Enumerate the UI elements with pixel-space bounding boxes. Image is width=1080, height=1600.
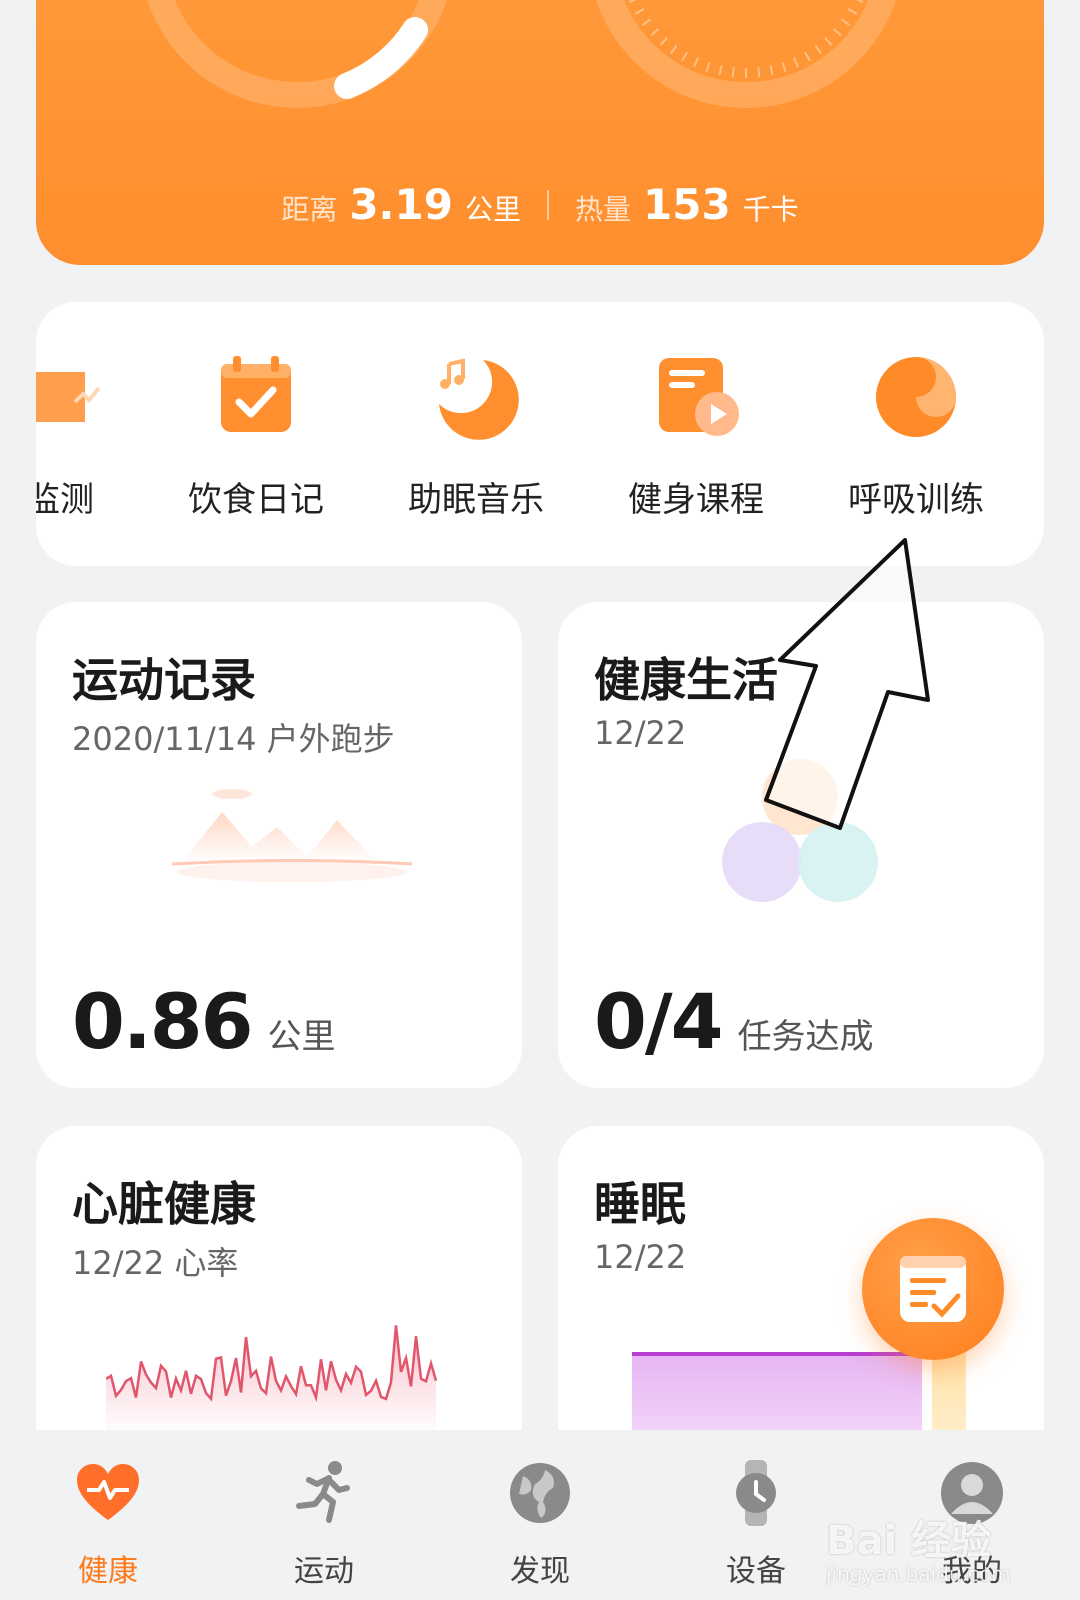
distance-key: 距离: [281, 193, 338, 226]
tile-subtitle: 12/22 心率: [72, 1244, 239, 1282]
distance-unit: 公里: [464, 193, 521, 226]
edit-list-icon: [896, 1252, 970, 1330]
shortcut-label: 饮食日记: [188, 480, 324, 520]
record-fab-button[interactable]: [862, 1218, 1004, 1360]
distance-value: 3.19: [349, 180, 453, 229]
shortcut-monitor[interactable]: 监测: [36, 352, 160, 521]
metric-unit: 任务达成: [737, 1017, 874, 1057]
tile-subtitle: 12/22: [594, 1238, 687, 1276]
minutes-ring: 分钟: [576, 0, 916, 110]
shortcut-fitness-course[interactable]: 健身课程: [596, 352, 796, 521]
tile-healthy-life[interactable]: 健康生活 12/22 0/4 任务达成: [558, 602, 1044, 1088]
shortcut-row[interactable]: 监测 饮食日记 助眠音乐 健身课程 呼吸训练: [36, 302, 1044, 566]
tile-subtitle: 2020/11/14 户外跑步: [72, 720, 395, 758]
heart-pulse-icon: [73, 1458, 143, 1528]
shortcut-label: 监测: [36, 480, 94, 520]
calories-key: 热量: [574, 193, 631, 226]
tile-title: 睡眠: [594, 1177, 686, 1231]
metric-unit: 公里: [267, 1017, 336, 1057]
nav-label: 发现: [510, 1554, 570, 1589]
steps-ring: 步: [132, 0, 462, 110]
watch-icon: [721, 1458, 791, 1528]
shortcut-sleep-music[interactable]: 助眠音乐: [376, 352, 576, 521]
stat-divider: [546, 189, 549, 220]
tile-subtitle: 12/22: [594, 714, 687, 752]
baidu-watermark: Bai 经验 jingyan.baidu.com: [826, 1508, 1011, 1586]
tile-title: 运动记录: [72, 653, 256, 707]
shortcut-label: 呼吸训练: [848, 480, 984, 520]
calories-unit: 千卡: [742, 193, 799, 226]
video-course-icon: [651, 352, 741, 442]
tile-title: 心脏健康: [72, 1177, 256, 1231]
nav-label: 运动: [294, 1554, 354, 1589]
nav-health[interactable]: 健康: [0, 1430, 216, 1600]
heart-rate-sparkline: [105, 1306, 446, 1440]
watermark-url: jingyan.baidu.com: [826, 1562, 1011, 1586]
nav-exercise[interactable]: 运动: [216, 1430, 432, 1600]
tile-exercise-record[interactable]: 运动记录 2020/11/14 户外跑步 0.86 公里: [36, 602, 522, 1088]
calendar-check-icon: [211, 352, 301, 442]
nav-discover[interactable]: 发现: [432, 1430, 648, 1600]
shortcut-label: 健身课程: [628, 480, 764, 520]
tile-title: 健康生活: [594, 653, 778, 707]
summary-stats: 距离 3.19 公里 热量 153 千卡: [36, 180, 1044, 229]
nav-label: 健康: [78, 1554, 138, 1589]
tile-metric: 0.86 公里: [72, 977, 336, 1066]
metric-value: 0/4: [594, 977, 724, 1066]
three-circles-illustration: [710, 752, 890, 926]
globe-icon: [505, 1458, 575, 1528]
activity-summary-card[interactable]: 步 分钟 距离 3.19 公里 热量 153 千卡: [36, 0, 1044, 265]
watermark-brand: Bai 经验: [826, 1518, 992, 1564]
running-icon: [289, 1458, 359, 1528]
calories-value: 153: [643, 180, 731, 229]
moon-music-icon: [431, 352, 521, 442]
mountain-illustration: [171, 772, 413, 886]
shortcut-label: 助眠音乐: [408, 480, 544, 520]
shortcut-breathing[interactable]: 呼吸训练: [816, 352, 1016, 521]
metric-value: 0.86: [72, 977, 254, 1066]
breathing-orb-icon: [871, 352, 961, 442]
tile-metric: 0/4 任务达成: [594, 977, 874, 1066]
monitor-icon: [36, 352, 105, 442]
shortcut-diet-diary[interactable]: 饮食日记: [156, 352, 356, 521]
